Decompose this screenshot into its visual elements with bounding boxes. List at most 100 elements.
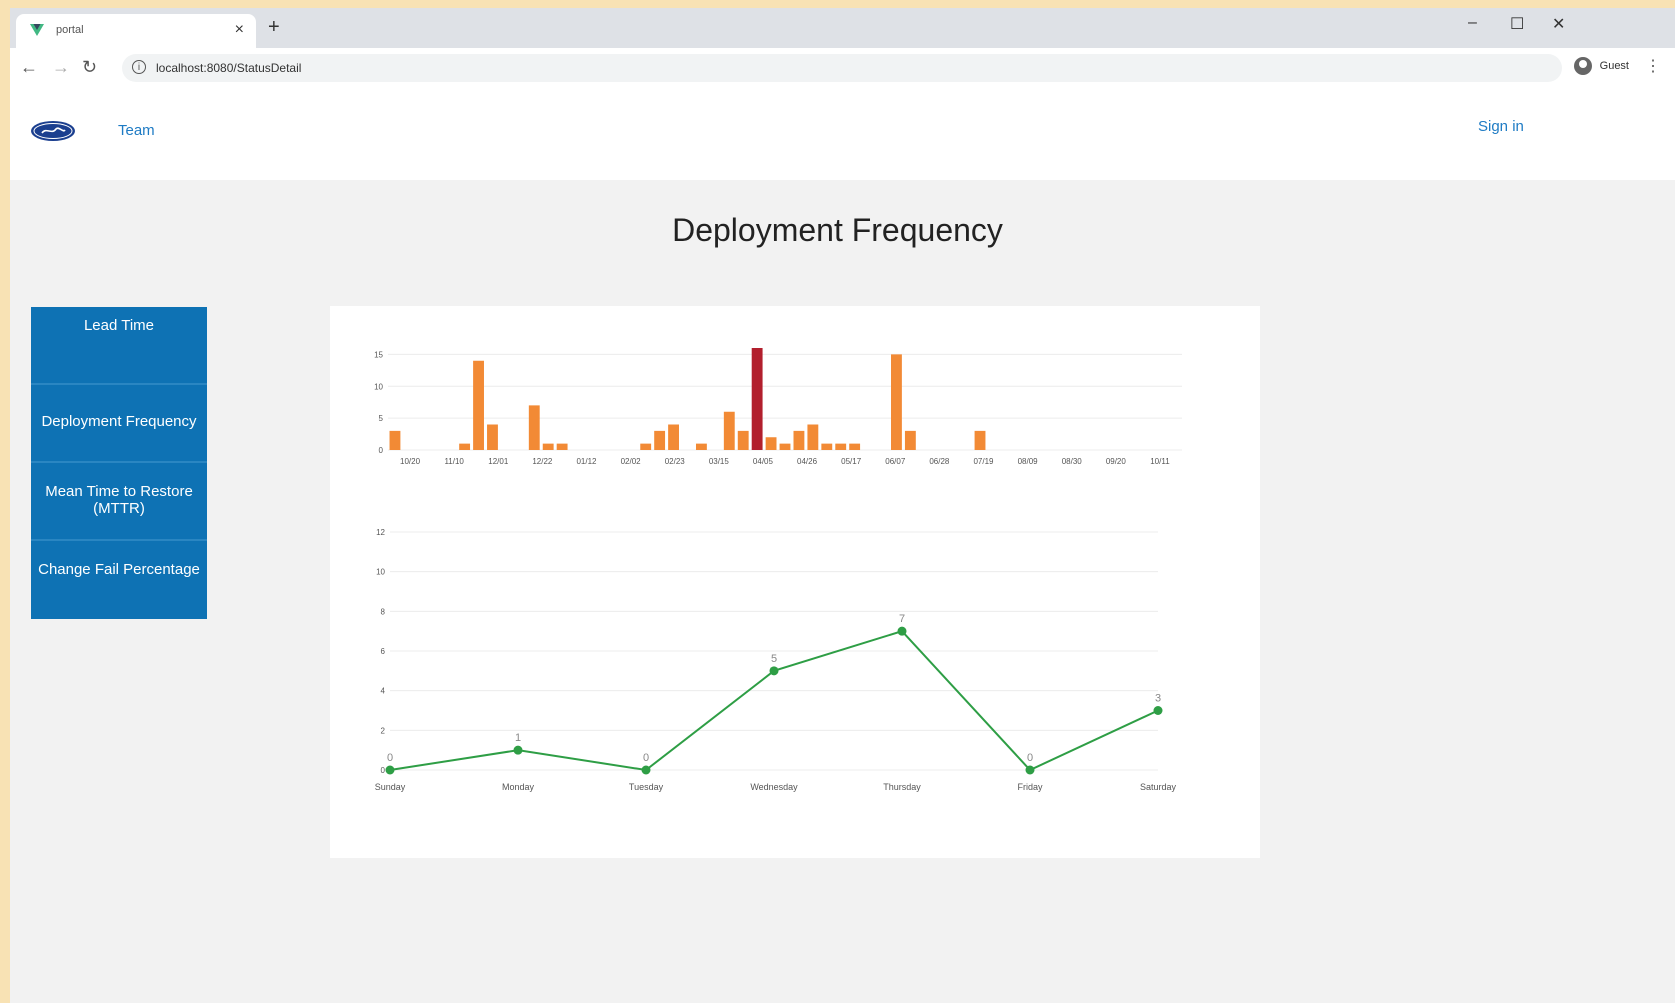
app-header: Team Sign in (10, 90, 1675, 180)
forward-icon[interactable]: → (52, 57, 70, 78)
line-y-tick-label: 6 (381, 647, 386, 656)
vue-logo-icon (30, 24, 44, 36)
url-text: localhost:8080/StatusDetail (156, 61, 302, 75)
line-x-tick-label: Wednesday (750, 782, 798, 792)
line-x-tick-label: Saturday (1140, 782, 1177, 792)
line-y-tick-label: 2 (381, 726, 386, 735)
weekday-data-label: 0 (1027, 752, 1033, 764)
bar-x-tick-label: 10/20 (400, 457, 421, 466)
close-window-icon[interactable]: ✕ (1552, 14, 1565, 34)
deployment-bar (459, 443, 471, 450)
deployment-bar (793, 430, 805, 450)
deployment-bar (556, 443, 568, 450)
weekday-data-point (769, 666, 779, 676)
bar-x-tick-label: 03/15 (709, 457, 730, 466)
deployments-bar-chart: 0 5 10 15 10/20 11/10 12/01 12/22 01/12 02/02 02/2… (374, 348, 1182, 466)
bar-x-tick-label: 04/05 (753, 457, 774, 466)
back-icon[interactable]: ← (20, 57, 38, 78)
close-tab-icon[interactable]: × (235, 21, 244, 39)
weekday-data-point (897, 626, 907, 636)
bar-x-tick-label: 07/19 (973, 457, 994, 466)
weekday-data-label: 1 (515, 732, 521, 744)
deployment-bar (389, 430, 401, 450)
line-y-tick-label: 8 (381, 607, 386, 616)
weekday-data-label: 0 (387, 752, 393, 764)
bar-x-tick-label: 08/30 (1062, 457, 1083, 466)
line-y-tick-label: 12 (376, 528, 385, 537)
line-x-tick-label: Tuesday (629, 782, 664, 792)
bar-y-tick-label: 10 (374, 382, 383, 391)
weekday-data-label: 3 (1155, 693, 1161, 705)
deployment-bar (528, 405, 540, 450)
deployment-bar (487, 424, 498, 450)
bar-x-tick-label: 12/22 (532, 457, 553, 466)
browser-menu-icon[interactable]: ⋮ (1645, 56, 1661, 76)
weekday-data-label: 7 (899, 613, 905, 625)
deployment-bar (640, 443, 652, 450)
line-x-tick-label: Monday (502, 782, 535, 792)
bar-x-tick-label: 08/09 (1018, 457, 1039, 466)
deployment-bar (473, 360, 484, 450)
bar-x-tick-label: 12/01 (488, 457, 509, 466)
maximize-icon[interactable]: ☐ (1510, 14, 1524, 34)
page-title: Deployment Frequency (672, 212, 1003, 248)
deployment-bar (807, 424, 819, 450)
address-bar[interactable]: i localhost:8080/StatusDetail (122, 54, 1562, 82)
profile-label: Guest (1599, 60, 1629, 72)
bar-x-tick-label: 09/20 (1106, 457, 1127, 466)
weekday-data-point (641, 765, 651, 775)
deployment-bar (737, 430, 749, 450)
browser-toolbar: ← → ↻ i localhost:8080/StatusDetail Gues… (10, 48, 1675, 91)
bar-x-tick-label: 04/26 (797, 457, 818, 466)
line-y-tick-label: 10 (376, 568, 385, 577)
sidebar-item-deployment-frequency[interactable]: Deployment Frequency (31, 385, 207, 463)
deployment-bar (904, 430, 916, 450)
bar-x-tick-label: 06/07 (885, 457, 906, 466)
sidebar-item-mttr[interactable]: Mean Time to Restore (MTTR) (31, 463, 207, 541)
deployment-bar (835, 443, 847, 450)
weekday-data-point (385, 765, 395, 775)
deployment-bar (668, 424, 679, 450)
deployment-bar (765, 437, 777, 450)
bar-y-tick-label: 0 (379, 446, 384, 455)
browser-tab[interactable]: portal × (16, 14, 256, 48)
profile-button[interactable]: Guest (1573, 57, 1629, 75)
metrics-sidebar: Lead Time Deployment Frequency Mean Time… (31, 307, 207, 619)
bar-x-tick-label: 05/17 (841, 457, 862, 466)
deployment-bar (974, 430, 986, 450)
info-icon[interactable]: i (132, 60, 146, 74)
reload-icon[interactable]: ↻ (82, 57, 97, 78)
new-tab-icon[interactable]: + (268, 16, 280, 39)
deployment-bar (542, 443, 554, 450)
weekday-data-point (513, 745, 523, 755)
bar-y-tick-label: 15 (374, 350, 383, 359)
ford-logo[interactable] (30, 120, 76, 142)
chart-card: 0 5 10 15 10/20 11/10 12/01 12/22 01/12 02/02 02/2… (330, 306, 1260, 858)
deployment-bar (849, 443, 861, 450)
deployment-bar (695, 443, 707, 450)
bar-y-tick-label: 5 (379, 414, 384, 423)
deployment-bar (723, 411, 735, 450)
deployments-by-weekday-line-chart: 0246810120105703Sunday Monday Tuesday Wedne… (375, 528, 1177, 792)
line-y-tick-label: 4 (381, 687, 386, 696)
deployment-bar (751, 348, 763, 450)
weekday-data-point (1153, 706, 1163, 715)
line-x-tick-label: Thursday (883, 782, 921, 792)
deployment-bar (891, 354, 902, 450)
bar-x-tick-label: 02/23 (665, 457, 686, 466)
weekday-data-label: 0 (643, 752, 649, 764)
bar-x-tick-label: 01/12 (576, 457, 597, 466)
sign-in-link[interactable]: Sign in (1478, 118, 1524, 135)
tab-strip: portal × + – ☐ ✕ (10, 8, 1675, 48)
sidebar-item-change-fail-percentage[interactable]: Change Fail Percentage (31, 541, 207, 619)
line-x-tick-label: Friday (1017, 782, 1043, 792)
weekday-data-label: 5 (771, 653, 777, 665)
deployment-bar (779, 443, 791, 450)
line-x-tick-label: Sunday (375, 782, 406, 792)
sidebar-item-lead-time[interactable]: Lead Time (31, 307, 207, 385)
minimize-icon[interactable]: – (1468, 14, 1477, 32)
line-y-tick-label: 0 (381, 766, 386, 775)
tab-title: portal (56, 24, 84, 36)
team-link[interactable]: Team (118, 122, 155, 139)
bar-x-tick-label: 11/10 (444, 457, 464, 466)
